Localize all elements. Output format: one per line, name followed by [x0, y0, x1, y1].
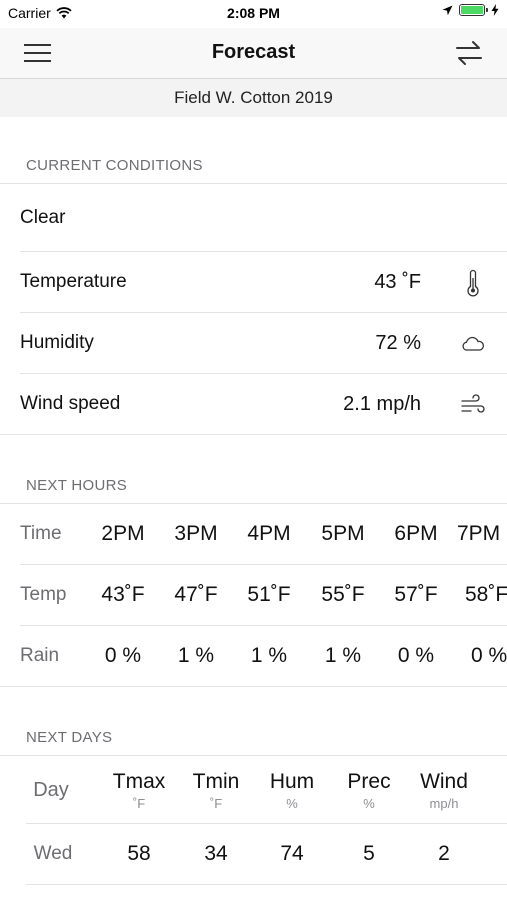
tmin-column-header: Tmin ˚F	[176, 770, 256, 811]
hour-time-cell: 4PM	[247, 522, 291, 545]
hour-temp-cell: 47˚F	[174, 583, 218, 606]
wind-column-unit: mp/h	[429, 796, 459, 811]
temperature-value: 43 ˚F	[374, 271, 421, 293]
day-prec: 5	[363, 842, 375, 865]
day-hum: 74	[280, 842, 304, 865]
hour-temp-cell: 51˚F	[247, 583, 291, 606]
hour-rain-cell: 1 %	[324, 644, 362, 667]
hour-rain-cell: 1 %	[250, 644, 288, 667]
status-right	[442, 4, 499, 16]
hours-temp-row: Temp 43˚F 47˚F 51˚F 55˚F 57˚F 58˚F	[0, 565, 507, 625]
hour-time-cell: 2PM	[101, 522, 145, 545]
day-column-title: Day	[33, 779, 69, 801]
tmax-column-header: Tmax ˚F	[99, 770, 179, 811]
hour-time-cell: 7PM	[457, 522, 501, 545]
status-time: 2:08 PM	[227, 5, 280, 21]
swap-arrows-icon	[456, 41, 482, 65]
tmax-column-unit: ˚F	[132, 796, 146, 811]
hour-time-cell: 5PM	[321, 522, 365, 545]
day-tmax: 58	[127, 842, 151, 865]
time-row-label: Time	[20, 523, 62, 544]
temperature-label: Temperature	[20, 271, 127, 292]
humidity-label: Humidity	[20, 332, 94, 353]
hour-temp-cell: 58˚F	[465, 583, 507, 606]
hour-time-cell: 3PM	[174, 522, 218, 545]
divider	[0, 755, 507, 756]
hum-column-unit: %	[286, 796, 298, 811]
day-name: Wed	[33, 843, 73, 864]
day-wind: 2	[438, 842, 450, 865]
charging-bolt-icon	[491, 4, 499, 16]
hour-temp-cell: 55˚F	[321, 583, 365, 606]
hours-rain-row: Rain 0 % 1 % 1 % 1 % 0 % 0 %	[0, 626, 507, 686]
hum-column-header: Hum %	[252, 770, 332, 811]
humidity-row: Humidity 72 %	[0, 313, 507, 373]
thermometer-icon	[467, 269, 479, 297]
wind-icon	[461, 394, 485, 413]
current-conditions-header: CURRENT CONDITIONS	[26, 157, 203, 174]
hour-rain-cell: 0 %	[104, 644, 142, 667]
hours-time-row: Time 2PM 3PM 4PM 5PM 6PM 7PM	[0, 504, 507, 564]
humidity-value: 72 %	[375, 332, 421, 354]
wind-column-title: Wind	[420, 770, 468, 793]
next-hours-header: NEXT HOURS	[26, 477, 128, 494]
hour-rain-cell: 0 %	[397, 644, 435, 667]
prec-column-header: Prec %	[329, 770, 409, 811]
divider	[0, 434, 507, 435]
rain-row-label: Rain	[20, 645, 60, 666]
temperature-row: Temperature 43 ˚F	[0, 252, 507, 312]
swap-button[interactable]	[453, 39, 485, 67]
prec-column-title: Prec	[347, 770, 391, 793]
day-tmin: 34	[204, 842, 228, 865]
day-column-header: Day	[11, 779, 91, 802]
hour-temp-cell: 57˚F	[394, 583, 438, 606]
divider	[0, 183, 507, 184]
wind-speed-value: 2.1 mp/h	[343, 393, 421, 415]
current-summary-row: Clear	[0, 188, 507, 248]
hour-rain-cell: 1 %	[177, 644, 215, 667]
hour-rain-cell: 0 %	[471, 644, 507, 667]
wind-speed-label: Wind speed	[20, 393, 121, 414]
wind-column-header: Wind mp/h	[404, 770, 484, 811]
divider	[0, 686, 507, 687]
next-days-header: NEXT DAYS	[26, 729, 113, 746]
temp-row-label: Temp	[20, 584, 67, 605]
tmax-column-title: Tmax	[112, 770, 166, 793]
field-name-bar: Field W. Cotton 2019	[0, 79, 507, 117]
location-arrow-icon	[442, 5, 453, 15]
prec-column-unit: %	[363, 796, 375, 811]
hour-temp-cell: 43˚F	[101, 583, 145, 606]
current-summary: Clear	[20, 207, 66, 228]
page-title: Forecast	[211, 41, 296, 63]
divider	[26, 884, 507, 885]
hour-time-cell: 6PM	[394, 522, 438, 545]
tmin-column-title: Tmin	[192, 770, 240, 793]
hum-column-title: Hum	[269, 770, 315, 793]
wind-speed-row: Wind speed 2.1 mp/h	[0, 374, 507, 434]
battery-icon	[459, 4, 488, 16]
cloud-icon	[462, 336, 484, 351]
status-bar: Carrier 2:08 PM	[0, 0, 507, 28]
tmin-column-unit: ˚F	[209, 796, 223, 811]
nav-bar: Forecast	[0, 28, 507, 79]
